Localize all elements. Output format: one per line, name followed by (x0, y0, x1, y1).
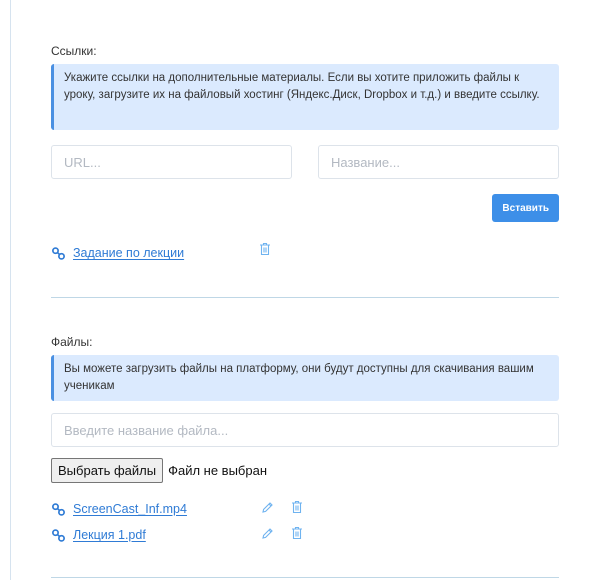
file-item-title[interactable]: Лекция 1.pdf (73, 528, 146, 542)
file-list-item: ScreenCast_Inf.mp4 (51, 500, 187, 518)
choose-files-button[interactable]: Выбрать файлы (51, 458, 164, 483)
link-list-item: Задание по лекции (51, 244, 184, 262)
link-chain-icon (52, 246, 65, 260)
insert-link-button[interactable]: Вставить (492, 194, 559, 222)
link-item-title[interactable]: Задание по лекции (73, 246, 184, 260)
file-item-title[interactable]: ScreenCast_Inf.mp4 (73, 502, 187, 516)
trash-icon[interactable] (291, 526, 303, 540)
files-info-text: Вы можете загрузить файлы на платформу, … (64, 363, 534, 392)
links-info-box: Укажите ссылки на дополнительные материа… (51, 64, 559, 130)
files-section-label: Файлы: (51, 335, 93, 349)
files-info-box: Вы можете загрузить файлы на платформу, … (51, 355, 559, 401)
file-picker: Выбрать файлы Файл не выбран (51, 458, 267, 483)
links-info-text: Укажите ссылки на дополнительные материа… (64, 72, 540, 101)
link-chain-icon (52, 528, 65, 542)
section-divider (51, 577, 559, 578)
file-status-text: Файл не выбран (168, 463, 268, 478)
link-chain-icon (52, 502, 65, 516)
left-border-line (10, 0, 11, 580)
file-list-item: Лекция 1.pdf (51, 526, 146, 544)
pencil-icon[interactable] (261, 527, 274, 540)
section-divider (51, 297, 559, 298)
link-url-input[interactable] (51, 145, 292, 179)
trash-icon[interactable] (259, 242, 271, 256)
trash-icon[interactable] (291, 500, 303, 514)
pencil-icon[interactable] (261, 501, 274, 514)
link-name-input[interactable] (318, 145, 559, 179)
file-name-input[interactable] (51, 413, 559, 447)
links-section-label: Ссылки: (51, 44, 97, 58)
